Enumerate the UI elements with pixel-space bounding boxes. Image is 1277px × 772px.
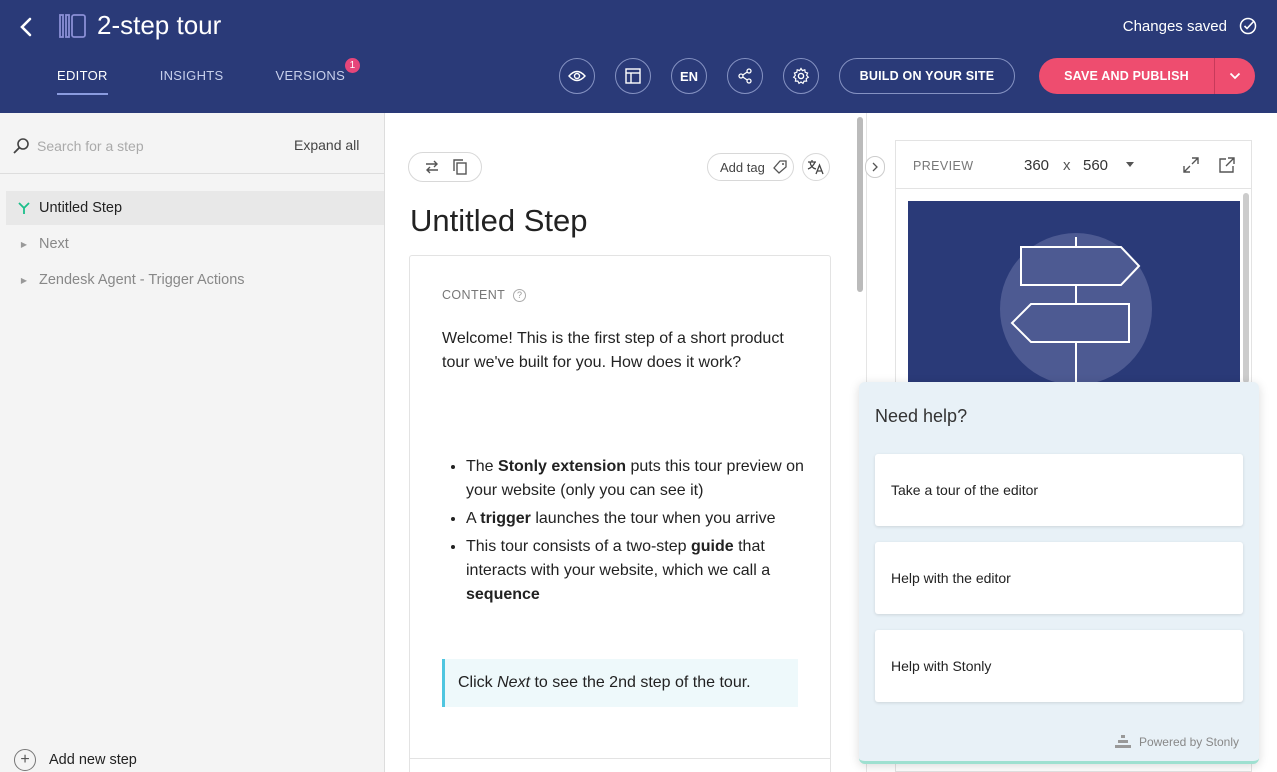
add-step-label: Add new step: [49, 752, 137, 768]
chevron-down-icon: [1229, 72, 1241, 80]
share-icon: [738, 68, 752, 84]
callout-post: to see the 2nd step of the tour.: [530, 674, 751, 691]
callout-italic: Next: [497, 674, 531, 691]
step-item-next[interactable]: ▶ Next: [6, 227, 384, 261]
caret-right-icon: ▶: [20, 275, 28, 285]
step-item-zendesk[interactable]: ▶ Zendesk Agent - Trigger Actions: [6, 263, 384, 297]
build-on-site-button[interactable]: BUILD ON YOUR SITE: [839, 58, 1015, 94]
translate-icon: [807, 160, 824, 175]
sidebar-divider: [0, 173, 384, 174]
tab-editor[interactable]: EDITOR: [57, 68, 108, 95]
list-item: A trigger launches the tour when you arr…: [466, 507, 806, 531]
stonly-logo-icon: [1114, 735, 1131, 748]
settings-button[interactable]: [783, 58, 819, 94]
preview-scrollbar[interactable]: [1243, 193, 1249, 383]
translate-button[interactable]: [802, 153, 830, 181]
plus-icon: +: [14, 749, 36, 771]
expand-all-button[interactable]: Expand all: [294, 137, 359, 153]
step-item-label: Zendesk Agent - Trigger Actions: [39, 272, 245, 288]
help-option-tour[interactable]: Take a tour of the editor: [875, 454, 1243, 526]
content-bullets[interactable]: The Stonly extension puts this tour prev…: [466, 455, 806, 611]
question-icon[interactable]: ?: [513, 288, 527, 302]
swap-icon[interactable]: [424, 160, 440, 174]
steps-sidebar: Expand all Untitled Step ▶ Next ▶ Zendes…: [0, 113, 385, 772]
layout-icon: [625, 68, 641, 84]
collapse-preview-button[interactable]: [865, 156, 885, 178]
bullet-1-pre: The: [466, 458, 499, 475]
add-tag-button[interactable]: Add tag: [707, 153, 794, 181]
chevron-down-icon[interactable]: [1126, 162, 1134, 167]
share-button[interactable]: [727, 58, 763, 94]
scrollbar-thumb[interactable]: [857, 117, 863, 292]
chevron-right-icon: [872, 162, 878, 172]
tab-insights[interactable]: INSIGHTS: [160, 68, 224, 95]
preview-illustration: [908, 201, 1240, 386]
add-new-step-button[interactable]: + Add new step: [14, 749, 137, 771]
list-item: The Stonly extension puts this tour prev…: [466, 455, 806, 503]
preview-height[interactable]: 560: [1083, 157, 1108, 174]
powered-by[interactable]: Powered by Stonly: [1114, 735, 1239, 749]
expand-icon[interactable]: [1183, 157, 1199, 173]
copy-icon[interactable]: [452, 159, 467, 175]
bullet-3-pre: This tour consists of a two-step: [466, 538, 691, 555]
add-tag-label: Add tag: [720, 159, 765, 175]
preview-header: PREVIEW 360 x 560: [896, 141, 1251, 189]
search-icon: [13, 138, 29, 154]
help-title: Need help?: [875, 406, 968, 426]
caret-right-icon: ▶: [20, 239, 28, 249]
tab-versions-label: VERSIONS: [275, 68, 346, 83]
external-link-icon[interactable]: [1219, 157, 1235, 173]
help-widget: Need help? Take a tour of the editor Hel…: [859, 382, 1259, 764]
tab-versions[interactable]: VERSIONS 1: [275, 58, 361, 95]
tag-icon: [772, 160, 787, 174]
publish-group: SAVE AND PUBLISH: [1039, 58, 1255, 94]
top-bar: 2-step tour Changes saved EDITOR INSIGHT…: [0, 0, 1277, 113]
content-label: CONTENT ?: [442, 288, 527, 302]
content-card: CONTENT ? Welcome! This is the first ste…: [409, 255, 831, 772]
save-status: Changes saved: [1122, 18, 1227, 35]
callout-pre: Click: [458, 674, 498, 691]
publish-dropdown-button[interactable]: [1215, 58, 1255, 94]
language-button[interactable]: EN: [671, 58, 707, 94]
step-title[interactable]: Untitled Step: [410, 203, 588, 239]
powered-by-label: Powered by Stonly: [1138, 735, 1239, 749]
bullet-2-post: launches the tour when you arrive: [530, 510, 776, 527]
eye-icon: [568, 70, 586, 82]
help-option-stonly[interactable]: Help with Stonly: [875, 630, 1243, 702]
callout-box[interactable]: Click Next to see the 2nd step of the to…: [442, 659, 798, 707]
versions-badge: 1: [345, 58, 361, 73]
preview-button[interactable]: [559, 58, 595, 94]
step-tools: [408, 152, 482, 182]
bullet-2-bold: trigger: [480, 510, 531, 527]
layout-button[interactable]: [615, 58, 651, 94]
step-item-label: Untitled Step: [39, 200, 123, 216]
help-option-editor[interactable]: Help with the editor: [875, 542, 1243, 614]
content-intro[interactable]: Welcome! This is the first step of a sho…: [442, 327, 797, 375]
book-icon: [59, 14, 86, 38]
preview-width[interactable]: 360: [1024, 157, 1049, 174]
bullet-3-bold2: sequence: [466, 586, 540, 603]
list-item: This tour consists of a two-step guide t…: [466, 535, 806, 607]
page-title: 2-step tour: [97, 10, 222, 40]
check-circle-icon: [1239, 17, 1257, 35]
content-label-text: CONTENT: [442, 288, 506, 302]
branch-icon: [16, 201, 32, 215]
bullet-1-bold: Stonly extension: [498, 458, 627, 475]
step-item-label: Next: [39, 236, 69, 252]
save-and-publish-button[interactable]: SAVE AND PUBLISH: [1039, 58, 1214, 94]
step-editor: Add tag Untitled Step CONTENT ? Welcome!…: [386, 113, 853, 772]
back-icon[interactable]: [14, 13, 38, 41]
bullet-2-pre: A: [466, 510, 481, 527]
card-divider: [410, 758, 830, 759]
tabs: EDITOR INSIGHTS VERSIONS 1: [57, 58, 397, 95]
preview-x: x: [1063, 157, 1071, 174]
step-item-untitled[interactable]: Untitled Step: [6, 191, 384, 225]
gear-icon: [792, 67, 810, 85]
step-search-input[interactable]: [37, 133, 267, 159]
bullet-3-bold: guide: [690, 538, 734, 555]
preview-label: PREVIEW: [913, 159, 974, 173]
